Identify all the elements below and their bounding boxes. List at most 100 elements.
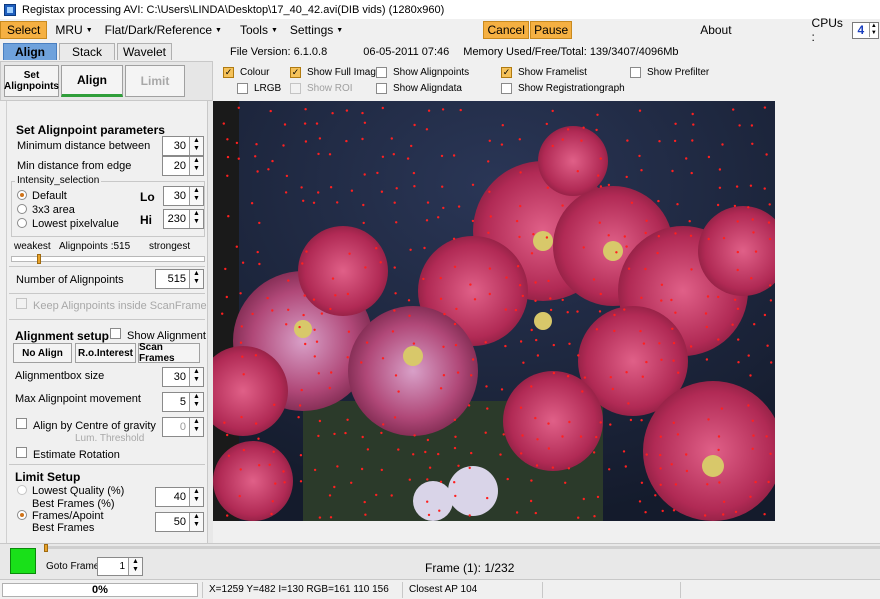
spinner-arrows-icon[interactable]: ▲ ▼: [189, 270, 203, 288]
align-by-centre-option[interactable]: Align by Centre of gravity: [16, 418, 156, 432]
show-aligndata-option[interactable]: Show Aligndata: [376, 83, 462, 94]
estimate-rotation-checkbox[interactable]: [16, 447, 27, 458]
spinner-arrows-icon[interactable]: ▲ ▼: [189, 513, 203, 531]
max-alignpoint-movement-stepper[interactable]: 5 ▲ ▼: [162, 392, 204, 412]
show-roi-checkbox: [290, 83, 301, 94]
show-alignpoints-checkbox[interactable]: [376, 67, 387, 78]
min-distance-between-stepper[interactable]: 30 ▲ ▼: [162, 136, 204, 156]
min-distance-edge-stepper[interactable]: 20 ▲ ▼: [162, 156, 204, 176]
frames-apoint-radio[interactable]: [17, 510, 27, 520]
show-alignment-checkbox[interactable]: [110, 328, 121, 339]
tab-stack[interactable]: Stack: [59, 43, 115, 60]
show-prefilter-label: Show Prefilter: [647, 67, 710, 78]
r-o-interest-button[interactable]: R.o.Interest: [75, 343, 136, 363]
alignpoint-strength-slider[interactable]: [11, 254, 205, 264]
alignpoint-marker: [302, 199, 305, 202]
tools-menu[interactable]: Tools ▼: [234, 21, 284, 39]
spinner-arrows-icon[interactable]: ▲ ▼: [128, 558, 142, 575]
colour-option[interactable]: ✓ Colour: [223, 67, 269, 78]
goto-frame-stepper[interactable]: 1 ▲ ▼: [97, 557, 143, 576]
alignpoint-marker: [500, 388, 504, 391]
tab-wavelet[interactable]: Wavelet: [117, 43, 172, 60]
show-registrationgraph-option[interactable]: Show Registrationgraph: [501, 83, 625, 94]
scan-frames-button[interactable]: Scan Frames: [138, 342, 200, 364]
select-button[interactable]: Select: [0, 21, 48, 39]
3x3-area-option[interactable]: 3x3 area: [17, 204, 75, 216]
show-aligndata-checkbox[interactable]: [376, 83, 387, 94]
number-of-alignpoints-stepper[interactable]: 515 ▲ ▼: [155, 269, 204, 289]
spinner-arrows-icon[interactable]: ▲ ▼: [189, 488, 203, 506]
lowest-pixelvalue-option[interactable]: Lowest pixelvalue: [17, 218, 119, 230]
slider-thumb[interactable]: [37, 254, 41, 264]
settings-menu[interactable]: Settings ▼: [284, 21, 349, 39]
spinner-arrows-icon[interactable]: ▲ ▼: [189, 210, 203, 228]
alignpoint-marker: [519, 204, 522, 208]
show-full-image-checkbox[interactable]: ✓: [290, 67, 301, 78]
estimate-rotation-option[interactable]: Estimate Rotation: [16, 447, 120, 461]
alignpoint-marker: [611, 387, 614, 391]
limit-quality-stepper[interactable]: 40 ▲ ▼: [155, 487, 204, 507]
limit-button[interactable]: Limit: [125, 65, 185, 97]
show-full-image-option[interactable]: ✓ Show Full Image: [290, 67, 381, 78]
spinner-arrows-icon[interactable]: ▲ ▼: [189, 393, 203, 411]
hi-stepper[interactable]: 230 ▲ ▼: [163, 209, 204, 229]
cpus-spinner[interactable]: 4 ▲ ▼: [851, 21, 879, 39]
spinner-arrows-icon[interactable]: ▲ ▼: [868, 23, 878, 37]
show-alignpoints-option[interactable]: Show Alignpoints: [376, 67, 469, 78]
default-option[interactable]: Default: [17, 190, 67, 202]
alignpoint-marker: [347, 330, 351, 333]
alignpoint-marker: [413, 185, 416, 188]
cancel-button[interactable]: Cancel: [483, 21, 530, 39]
lowest-quality-radio[interactable]: [17, 485, 27, 495]
alignpoint-marker: [237, 157, 240, 160]
spinner-arrows-icon[interactable]: ▲ ▼: [189, 137, 203, 155]
lrgb-option[interactable]: LRGB: [237, 83, 281, 94]
align-button[interactable]: Align: [61, 65, 123, 97]
flat-dark-reference-menu[interactable]: Flat/Dark/Reference ▼: [99, 21, 228, 39]
spinner-arrows-icon[interactable]: ▲ ▼: [189, 187, 203, 205]
alignpoint-marker: [566, 128, 570, 131]
frame-preview-image[interactable]: [213, 101, 775, 521]
show-registrationgraph-checkbox[interactable]: [501, 83, 512, 94]
alignpoint-marker: [375, 247, 378, 250]
spinner-arrows-icon[interactable]: ▲ ▼: [189, 368, 203, 386]
alignpoint-marker: [504, 308, 507, 311]
alignpoint-marker: [579, 435, 583, 438]
frames-apoint-option[interactable]: Frames/Apoint: [17, 510, 104, 522]
frame-slider[interactable]: [44, 544, 880, 552]
alignpoint-marker: [670, 463, 673, 466]
lo-stepper[interactable]: 30 ▲ ▼: [163, 186, 204, 206]
show-framelist-checkbox[interactable]: ✓: [501, 67, 512, 78]
show-alignment-option[interactable]: Show Alignment: [110, 328, 206, 342]
about-button[interactable]: About: [694, 21, 737, 39]
alignpoint-marker: [336, 201, 339, 204]
alignpoint-marker: [329, 186, 333, 189]
show-framelist-option[interactable]: ✓ Show Framelist: [501, 67, 587, 78]
alignpoint-marker: [732, 108, 735, 111]
no-align-button[interactable]: No Align: [13, 343, 72, 363]
pause-button[interactable]: Pause: [530, 21, 573, 39]
mru-menu[interactable]: MRU ▼: [49, 21, 98, 39]
alignpoint-marker: [390, 137, 393, 140]
alignpoint-marker: [271, 159, 274, 163]
frame-slider-thumb[interactable]: [44, 544, 48, 552]
spinner-arrows-icon[interactable]: ▲ ▼: [189, 157, 203, 175]
default-radio[interactable]: [17, 190, 27, 200]
alignmentbox-size-stepper[interactable]: 30 ▲ ▼: [162, 367, 204, 387]
alignpoint-marker: [690, 268, 693, 271]
alignpoint-marker: [625, 175, 628, 179]
alignpoint-marker: [442, 345, 445, 348]
colour-checkbox[interactable]: ✓: [223, 67, 234, 78]
tab-align[interactable]: Align: [3, 43, 57, 60]
show-prefilter-option[interactable]: Show Prefilter: [630, 67, 709, 78]
show-prefilter-checkbox[interactable]: [630, 67, 641, 78]
lowest-quality-option[interactable]: Lowest Quality (%): [17, 485, 124, 497]
align-by-centre-checkbox[interactable]: [16, 418, 27, 429]
set-alignpoints-button[interactable]: Set Alignpoints: [4, 65, 59, 97]
alignpoint-marker: [593, 515, 596, 518]
lowest-pixelvalue-radio[interactable]: [17, 218, 27, 228]
3x3-area-radio[interactable]: [17, 204, 27, 214]
alignpoint-marker: [736, 250, 739, 254]
lrgb-checkbox[interactable]: [237, 83, 248, 94]
limit-frames-stepper[interactable]: 50 ▲ ▼: [155, 512, 204, 532]
